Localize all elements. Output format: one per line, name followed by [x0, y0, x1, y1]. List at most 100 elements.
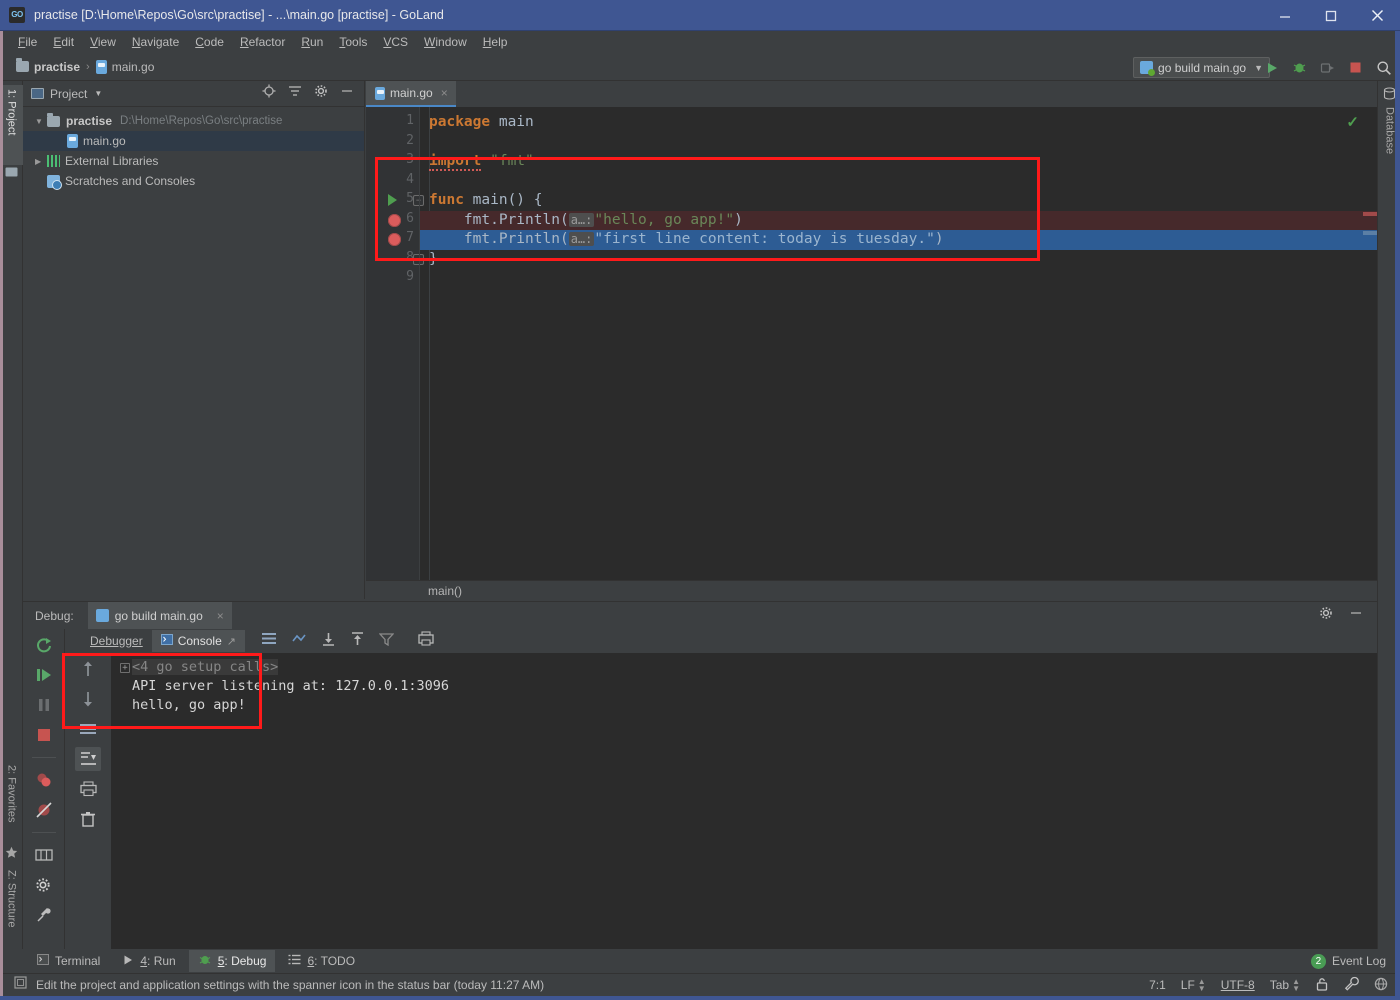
menu-item-window[interactable]: Window — [416, 33, 475, 51]
settings-icon[interactable] — [1319, 606, 1333, 625]
tab-debugger[interactable]: Debugger — [81, 630, 152, 652]
indent-selector[interactable]: Tab ▲▼ — [1270, 978, 1300, 992]
tree-node-practise[interactable]: practiseD:\Home\Repos\Go\src\practise — [23, 111, 364, 131]
close-icon[interactable]: × — [217, 609, 224, 623]
sidebar-tab-project[interactable]: 1: Project — [0, 85, 23, 165]
sidebar-tab-structure[interactable]: Z: Structure — [0, 866, 23, 951]
print-icon[interactable] — [418, 631, 434, 651]
mute-breakpoints-icon[interactable] — [33, 799, 55, 821]
breakpoint-icon[interactable] — [388, 214, 401, 227]
scroll-up-icon[interactable] — [350, 632, 365, 651]
wrench-icon[interactable] — [1344, 976, 1359, 994]
print-icon[interactable] — [75, 777, 101, 801]
code-token: fmt.Println( — [429, 231, 569, 247]
code-line[interactable]: } — [429, 250, 438, 270]
resume-icon[interactable] — [33, 664, 55, 686]
lock-icon[interactable] — [1315, 977, 1329, 994]
debug-session-tab[interactable]: go build main.go × — [88, 602, 232, 629]
layout-icon[interactable] — [33, 844, 55, 866]
attach-icon[interactable] — [1319, 59, 1336, 76]
close-icon[interactable] — [1354, 0, 1400, 31]
scrollbar-error-marker[interactable] — [1363, 212, 1377, 216]
bottom-tab-terminal[interactable]: Terminal — [28, 951, 109, 971]
code-line[interactable]: package main — [429, 113, 534, 133]
locate-icon[interactable] — [262, 84, 276, 103]
settings-icon[interactable] — [33, 874, 55, 896]
detach-icon[interactable]: ↗ — [227, 635, 236, 648]
pin-icon[interactable] — [33, 904, 55, 926]
run-configuration-selector[interactable]: go build main.go ▼ — [1133, 57, 1270, 78]
tree-node-main-go[interactable]: main.go — [23, 131, 364, 151]
globe-icon[interactable] — [1374, 977, 1388, 994]
code-lines[interactable]: package main import "fmt" func main() { fm… — [420, 107, 1377, 599]
soft-wrap-icon[interactable] — [75, 717, 101, 741]
menu-item-vcs[interactable]: VCS — [375, 33, 416, 51]
filter-icon[interactable] — [379, 632, 394, 651]
menu-item-file[interactable]: File — [10, 33, 45, 51]
scroll-down-icon[interactable] — [321, 632, 336, 651]
tree-node-external-libraries[interactable]: External Libraries — [23, 151, 364, 171]
code-line[interactable]: fmt.Println(a…:"first line content: toda… — [429, 230, 944, 250]
run-icon[interactable] — [1263, 59, 1280, 76]
chevron-down-icon[interactable] — [35, 117, 47, 126]
caret-position[interactable]: 7:1 — [1149, 978, 1166, 992]
bottom-tab-4-run[interactable]: 4: Run — [113, 951, 184, 972]
stop-icon[interactable] — [33, 724, 55, 746]
encoding-selector[interactable]: UTF-8 — [1221, 978, 1255, 992]
window-bottom-edge — [0, 996, 1400, 1000]
breakpoint-icon[interactable] — [388, 233, 401, 246]
run-gutter-icon[interactable] — [388, 194, 397, 206]
expand-icon[interactable]: + — [120, 663, 130, 673]
maximize-icon[interactable] — [1308, 0, 1354, 31]
soft-wrap-icon[interactable] — [261, 632, 277, 650]
sidebar-tab-favorites[interactable]: 2: Favorites — [0, 761, 23, 846]
debug-icon[interactable] — [1291, 59, 1308, 76]
tab-console[interactable]: Console ↗ — [152, 630, 245, 652]
up-stack-icon[interactable] — [291, 632, 307, 650]
editor-gutter[interactable]: 123456789−− — [366, 107, 420, 599]
line-separator-selector[interactable]: LF ▲▼ — [1181, 978, 1206, 992]
menu-item-view[interactable]: View — [82, 33, 124, 51]
hide-icon[interactable] — [340, 84, 354, 103]
bottom-tab-5-debug[interactable]: 5: Debug — [189, 950, 276, 972]
collapse-all-icon[interactable] — [288, 84, 302, 103]
scrollbar-caret-marker[interactable] — [1363, 231, 1377, 235]
menu-item-run[interactable]: Run — [293, 33, 331, 51]
chevron-right-icon[interactable] — [35, 157, 47, 166]
menu-item-code[interactable]: Code — [187, 33, 232, 51]
menu-item-navigate[interactable]: Navigate — [124, 33, 187, 51]
menu-item-refactor[interactable]: Refactor — [232, 33, 293, 51]
code-line[interactable]: import "fmt" — [429, 152, 534, 172]
scroll-down-icon[interactable] — [75, 687, 101, 711]
console-output[interactable]: +<4 go setup calls>API server listening … — [111, 653, 1377, 950]
tree-node-scratches-and-consoles[interactable]: Scratches and Consoles — [23, 171, 364, 191]
editor-breadcrumb[interactable]: main() — [366, 580, 1377, 600]
close-icon[interactable]: × — [441, 86, 448, 100]
stop-icon[interactable] — [1347, 59, 1364, 76]
clear-all-icon[interactable] — [75, 807, 101, 831]
hide-icon[interactable] — [1349, 606, 1363, 625]
breadcrumb-file[interactable]: main.go — [96, 60, 155, 74]
event-log-button[interactable]: 2 Event Log — [1311, 954, 1400, 969]
editor-tab-main-go[interactable]: main.go × — [366, 81, 456, 107]
scroll-up-icon[interactable] — [75, 657, 101, 681]
menu-item-tools[interactable]: Tools — [331, 33, 375, 51]
line-number: 2 — [406, 133, 414, 148]
code-line[interactable]: fmt.Println(a…:"hello, go app!") — [429, 211, 743, 231]
breadcrumb-project[interactable]: practise — [16, 60, 80, 74]
code-area[interactable]: 123456789−− package main import "fmt" func… — [366, 107, 1377, 599]
scroll-to-end-icon[interactable] — [75, 747, 101, 771]
code-line[interactable]: func main() { — [429, 191, 543, 211]
rerun-icon[interactable] — [33, 634, 55, 656]
minimize-icon[interactable] — [1262, 0, 1308, 31]
view-breakpoints-icon[interactable] — [33, 769, 55, 791]
menu-item-help[interactable]: Help — [475, 33, 516, 51]
pause-icon[interactable] — [33, 694, 55, 716]
settings-icon[interactable] — [314, 84, 328, 103]
chevron-down-icon[interactable]: ▼ — [94, 89, 102, 98]
menu-item-edit[interactable]: Edit — [45, 33, 82, 51]
inspection-status-icon[interactable]: ✓ — [1346, 113, 1359, 131]
bottom-tab-6-todo[interactable]: 6: TODO — [279, 951, 364, 971]
search-icon[interactable] — [1375, 59, 1392, 76]
scratch-icon — [47, 175, 60, 188]
